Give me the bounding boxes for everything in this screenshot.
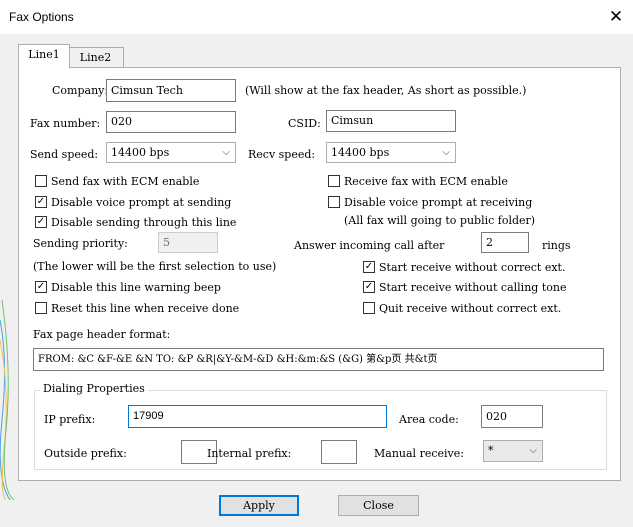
reset-line-label: Reset this line when receive done (51, 302, 240, 315)
answer-rings-field[interactable]: 2 (481, 232, 529, 253)
area-code-label: Area code: (399, 413, 459, 426)
sending-priority-field[interactable]: 5 (158, 232, 218, 253)
answer-label: Answer incoming call after (294, 239, 445, 252)
manual-receive-select[interactable]: * ⌵ (483, 440, 543, 462)
chevron-down-icon: ⌵ (442, 147, 450, 158)
send-speed-value: 14400 bps (111, 146, 170, 159)
csid-label: CSID: (288, 117, 321, 130)
start-receive-calling-tone-checkbox[interactable]: ✓ (363, 281, 375, 293)
close-icon[interactable]: ✕ (605, 6, 627, 28)
manual-receive-label: Manual receive: (374, 447, 464, 460)
public-folder-note: (All fax will going to public folder) (344, 214, 536, 227)
tab-line2[interactable]: Line2 (68, 47, 124, 68)
start-receive-correct-ext-checkbox[interactable]: ✓ (363, 261, 375, 273)
disable-warning-beep-label: Disable this line warning beep (51, 281, 221, 294)
disable-warning-beep-checkbox[interactable]: ✓ (35, 281, 47, 293)
send-ecm-checkbox[interactable] (35, 175, 47, 187)
send-ecm-label: Send fax with ECM enable (51, 175, 200, 188)
csid-field[interactable]: Cimsun (326, 110, 456, 132)
close-button[interactable]: Close (338, 495, 419, 516)
chevron-down-icon: ⌵ (222, 147, 230, 158)
tab-line1[interactable]: Line1 (18, 44, 70, 68)
chevron-down-icon: ⌵ (529, 445, 537, 456)
internal-prefix-field[interactable] (321, 440, 357, 464)
internal-prefix-label: Internal prefix: (207, 447, 292, 460)
disable-voice-receiving-checkbox[interactable] (328, 196, 340, 208)
sending-priority-label: Sending priority: (33, 237, 128, 250)
rings-label: rings (542, 239, 571, 252)
recv-speed-label: Recv speed: (248, 148, 316, 161)
company-field[interactable]: Cimsun Tech (106, 79, 236, 102)
title-bar (0, 0, 633, 34)
receive-ecm-checkbox[interactable] (328, 175, 340, 187)
outside-prefix-label: Outside prefix: (44, 447, 127, 460)
priority-note: (The lower will be the first selection t… (33, 260, 277, 273)
fax-number-label: Fax number: (30, 117, 101, 130)
quit-receive-label: Quit receive without correct ext. (379, 302, 562, 315)
disable-voice-sending-checkbox[interactable]: ✓ (35, 196, 47, 208)
disable-sending-line-checkbox[interactable]: ✓ (35, 216, 47, 228)
fax-number-field[interactable]: 020 (106, 111, 236, 133)
ip-prefix-field[interactable]: 17909 (128, 405, 387, 428)
send-speed-label: Send speed: (30, 148, 99, 161)
background-decoration (0, 300, 14, 500)
manual-receive-value: * (488, 444, 494, 457)
disable-voice-receiving-label: Disable voice prompt at receiving (344, 196, 533, 209)
start-receive-calling-tone-label: Start receive without calling tone (379, 281, 567, 294)
company-label: Company: (52, 84, 109, 97)
quit-receive-checkbox[interactable] (363, 302, 375, 314)
window-title: Fax Options (9, 10, 74, 24)
recv-speed-value: 14400 bps (331, 146, 390, 159)
reset-line-checkbox[interactable] (35, 302, 47, 314)
apply-button[interactable]: Apply (219, 495, 299, 516)
recv-speed-select[interactable]: 14400 bps ⌵ (326, 142, 456, 163)
start-receive-correct-ext-label: Start receive without correct ext. (379, 261, 566, 274)
header-format-label: Fax page header format: (33, 328, 171, 341)
disable-voice-sending-label: Disable voice prompt at sending (51, 196, 232, 209)
send-speed-select[interactable]: 14400 bps ⌵ (106, 142, 236, 163)
header-format-field[interactable]: FROM: &C &F-&E &N TO: &P &R|&Y-&M-&D &H:… (33, 348, 604, 371)
ip-prefix-label: IP prefix: (44, 413, 96, 426)
area-code-field[interactable]: 020 (481, 405, 543, 428)
dialing-properties-title: Dialing Properties (40, 382, 148, 395)
company-note: (Will show at the fax header, As short a… (245, 84, 527, 97)
disable-sending-line-label: Disable sending through this line (51, 216, 237, 229)
receive-ecm-label: Receive fax with ECM enable (344, 175, 508, 188)
